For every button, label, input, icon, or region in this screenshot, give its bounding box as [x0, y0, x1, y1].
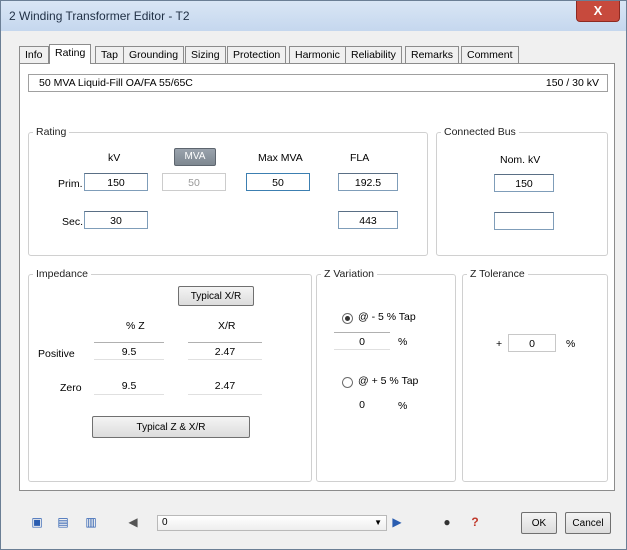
window-title: 2 Winding Transformer Editor - T2 [9, 9, 190, 23]
tab-tap[interactable]: Tap [95, 46, 124, 63]
navigate-forward-icon[interactable]: ▶ [389, 514, 405, 530]
info-bar: 50 MVA Liquid-Fill OA/FA 55/65C 150 / 30… [28, 74, 608, 92]
transformer-editor-window: 2 Winding Transformer Editor - T2 X Info… [0, 0, 627, 550]
positive-sequence-label: Positive [38, 348, 75, 360]
navigate-back-icon[interactable]: ◀ [125, 514, 141, 530]
max-mva-column-label: Max MVA [258, 152, 303, 164]
impedance-legend: Impedance [36, 268, 88, 280]
typical-xr-button[interactable]: Typical X/R [178, 286, 254, 306]
z-tolerance-unit: % [566, 338, 576, 350]
primary-fla-field[interactable]: 192.5 [338, 173, 398, 191]
z-tolerance-group: Z Tolerance [462, 268, 608, 482]
plus-five-tap-value[interactable]: 0 [334, 396, 390, 414]
mva-unit-button[interactable]: MVA [174, 148, 216, 166]
plus-five-tap-radio[interactable] [342, 377, 353, 388]
tab-harmonic[interactable]: Harmonic [289, 46, 346, 63]
editor-client-area: Info Rating Tap Grounding Sizing Protect… [7, 31, 619, 543]
print-icon[interactable]: ▣ [29, 514, 45, 530]
transformer-description: 50 MVA Liquid-Fill OA/FA 55/65C [39, 77, 193, 89]
nominal-kv-label: Nom. kV [500, 154, 541, 166]
library-icon[interactable]: ▥ [83, 514, 99, 530]
tab-rating[interactable]: Rating [49, 44, 92, 64]
max-mva-field[interactable]: 50 [246, 173, 310, 191]
rating-legend: Rating [36, 126, 67, 138]
secondary-nominal-kv-field[interactable] [494, 212, 554, 230]
z-tolerance-sign: + [496, 338, 503, 350]
tab-protection[interactable]: Protection [227, 46, 287, 63]
typical-z-xr-button[interactable]: Typical Z & X/R [92, 416, 250, 438]
tab-remarks[interactable]: Remarks [405, 46, 460, 63]
primary-label: Prim. [58, 178, 83, 190]
kv-column-label: kV [108, 152, 121, 164]
ok-button[interactable]: OK [521, 512, 557, 534]
secondary-kv-field[interactable]: 30 [84, 211, 148, 229]
bottom-toolbar: ▣ ▤ ▥ ◀ 0 ▼ ▶ ● ? OK Cancel [7, 501, 619, 541]
plus-five-tap-unit: % [398, 400, 408, 412]
tab-info[interactable]: Info [19, 46, 49, 63]
element-selector-combo[interactable]: 0 ▼ [157, 515, 387, 531]
secondary-fla-field[interactable]: 443 [338, 211, 398, 229]
plus-five-tap-label: @ + 5 % Tap [358, 375, 419, 387]
positive-z-field[interactable]: 9.5 [94, 342, 164, 360]
percent-z-column-label: % Z [126, 320, 145, 332]
element-selector-value: 0 [162, 517, 168, 528]
positive-xr-field[interactable]: 2.47 [188, 342, 262, 360]
secondary-label: Sec. [62, 216, 84, 228]
close-button[interactable]: X [576, 1, 620, 22]
minus-five-tap-radio[interactable] [342, 313, 353, 324]
z-variation-legend: Z Variation [324, 268, 374, 280]
help-icon[interactable]: ? [467, 514, 483, 530]
tab-sizing[interactable]: Sizing [185, 46, 226, 63]
minus-five-tap-unit: % [398, 336, 408, 348]
connected-bus-legend: Connected Bus [444, 126, 516, 138]
z-tolerance-field[interactable]: 0 [508, 334, 556, 352]
report-icon[interactable]: ▤ [55, 514, 71, 530]
chevron-down-icon: ▼ [374, 518, 382, 527]
tab-reliability[interactable]: Reliability [345, 46, 402, 63]
impedance-group: Impedance [28, 268, 312, 482]
z-tolerance-legend: Z Tolerance [470, 268, 525, 280]
title-bar[interactable]: 2 Winding Transformer Editor - T2 X [1, 1, 626, 31]
tab-grounding[interactable]: Grounding [123, 46, 185, 63]
xr-column-label: X/R [218, 320, 236, 332]
binoculars-icon[interactable]: ● [439, 514, 455, 530]
primary-nominal-kv-field[interactable]: 150 [494, 174, 554, 192]
zero-sequence-label: Zero [60, 382, 82, 394]
fla-column-label: FLA [350, 152, 370, 164]
minus-five-tap-label: @ - 5 % Tap [358, 311, 416, 323]
minus-five-tap-value[interactable]: 0 [334, 332, 390, 350]
tab-comment[interactable]: Comment [461, 46, 519, 63]
transformer-voltage: 150 / 30 kV [545, 77, 599, 89]
zero-z-field[interactable]: 9.5 [94, 377, 164, 395]
rating-tab-panel: 50 MVA Liquid-Fill OA/FA 55/65C 150 / 30… [19, 63, 615, 491]
primary-mva-field[interactable]: 50 [162, 173, 226, 191]
cancel-button[interactable]: Cancel [565, 512, 611, 534]
primary-kv-field[interactable]: 150 [84, 173, 148, 191]
zero-xr-field[interactable]: 2.47 [188, 377, 262, 395]
